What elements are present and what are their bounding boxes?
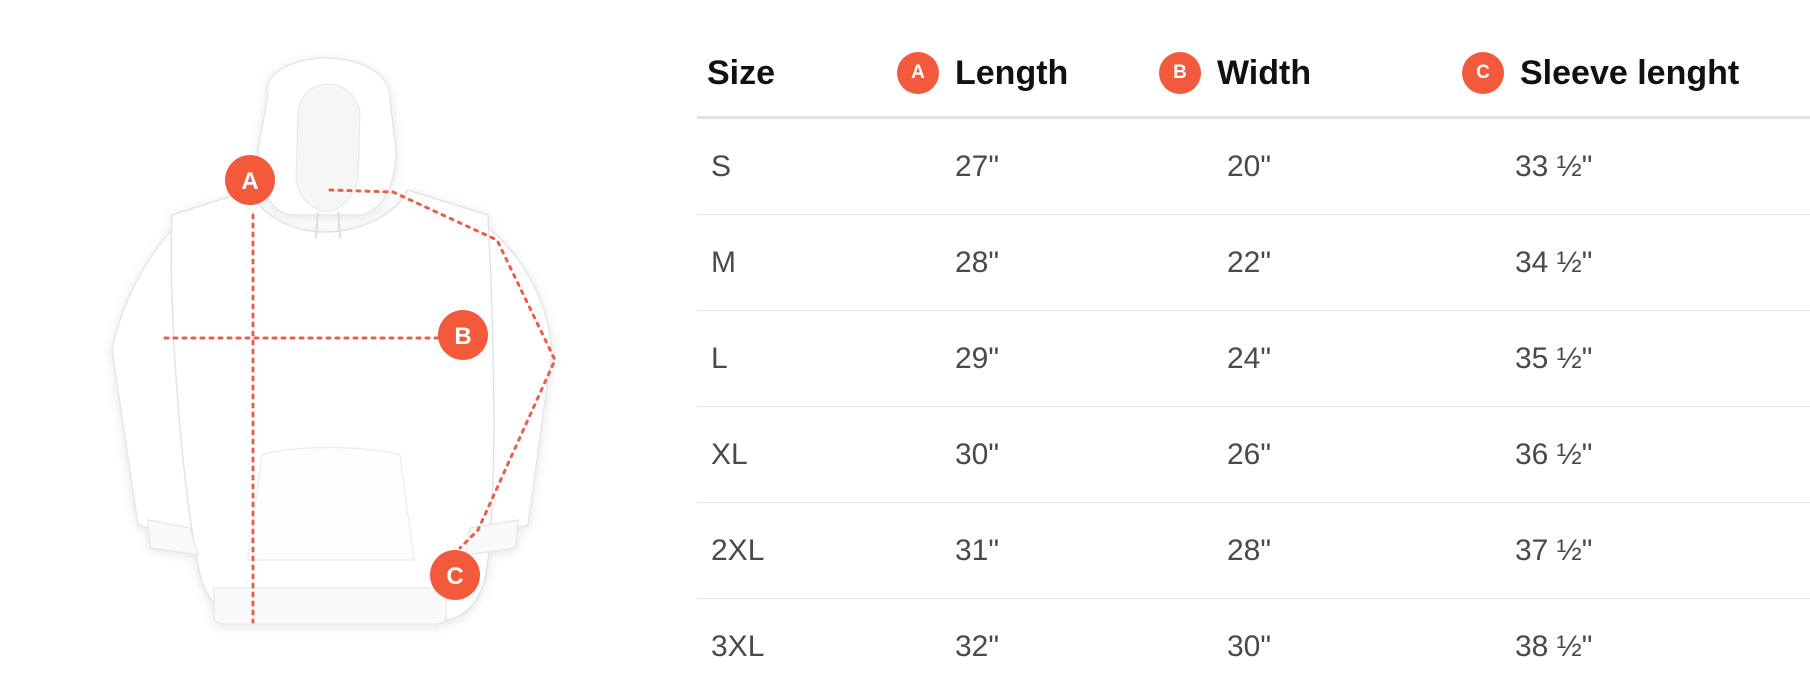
hoodie-measurement-diagram: A B C [60, 40, 660, 640]
cell-length: 29" [955, 341, 1000, 375]
cell-sleeve: 34 ½" [1515, 245, 1593, 279]
table-row: XL 30" 26" 36 ½" [697, 407, 1810, 503]
cell-length: 32" [955, 629, 1000, 663]
svg-text:B: B [454, 323, 471, 350]
width-badge: B [1159, 52, 1201, 94]
header-size-label: Size [707, 53, 776, 92]
table-row: S 27" 20" 33 ½" [697, 119, 1810, 215]
cell-length: 30" [955, 437, 1000, 471]
cell-width: 22" [1227, 245, 1272, 279]
cell-sleeve: 35 ½" [1515, 341, 1593, 375]
cell-sleeve: 33 ½" [1515, 149, 1593, 183]
svg-text:C: C [446, 563, 463, 590]
cell-length: 27" [955, 149, 1000, 183]
cell-size: S [711, 149, 732, 183]
cell-size: L [711, 341, 728, 375]
cell-size: 3XL [711, 629, 765, 663]
cell-sleeve: 38 ½" [1515, 629, 1593, 663]
header-size: Size [707, 50, 775, 96]
header-length-label: Length [955, 53, 1069, 92]
header-sleeve: C Sleeve lenght [1462, 50, 1739, 96]
length-badge: A [897, 52, 939, 94]
header-sleeve-label: Sleeve lenght [1520, 53, 1740, 92]
sleeve-badge: C [1462, 52, 1504, 94]
header-length: A Length [897, 50, 1068, 96]
cell-size: 2XL [711, 533, 765, 567]
cell-sleeve: 37 ½" [1515, 533, 1593, 567]
cell-length: 28" [955, 245, 1000, 279]
header-width-label: Width [1217, 53, 1312, 92]
header-width: B Width [1159, 50, 1311, 96]
cell-size: M [711, 245, 736, 279]
cell-width: 24" [1227, 341, 1272, 375]
cell-sleeve: 36 ½" [1515, 437, 1593, 471]
cell-width: 30" [1227, 629, 1272, 663]
cell-size: XL [711, 437, 748, 471]
marker-c: C [430, 550, 480, 600]
table-row: M 28" 22" 34 ½" [697, 215, 1810, 311]
marker-a: A [225, 155, 275, 205]
svg-text:A: A [241, 168, 258, 195]
cell-length: 31" [955, 533, 1000, 567]
table-header: Size A Length B Width C Sleeve lenght [697, 30, 1810, 119]
cell-width: 20" [1227, 149, 1272, 183]
cell-width: 28" [1227, 533, 1272, 567]
hoodie-svg: A B C [111, 57, 557, 625]
table-row: 3XL 32" 30" 38 ½" [697, 599, 1810, 694]
marker-b: B [438, 310, 488, 360]
table-row: 2XL 31" 28" 37 ½" [697, 503, 1810, 599]
cell-width: 26" [1227, 437, 1272, 471]
size-chart-table: Size A Length B Width C Sleeve lenght S … [697, 30, 1810, 694]
table-row: L 29" 24" 35 ½" [697, 311, 1810, 407]
